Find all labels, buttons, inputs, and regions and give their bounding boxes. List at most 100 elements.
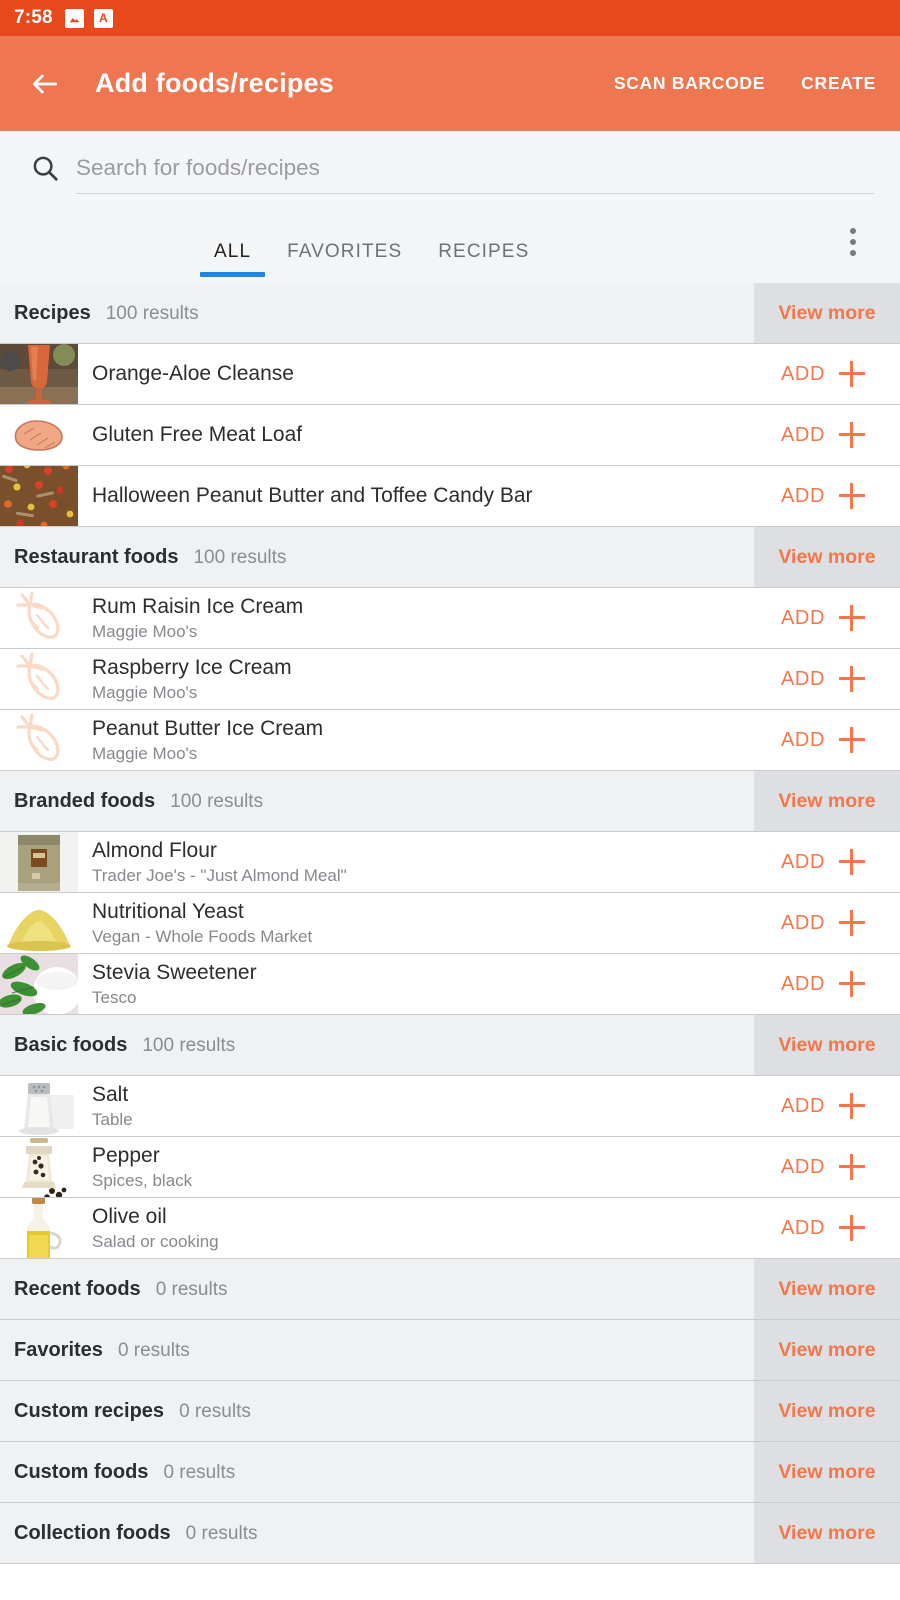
food-title: Stevia Sweetener [92, 960, 257, 984]
section-result-count: 0 results [155, 1278, 228, 1300]
plus-icon [839, 422, 866, 448]
add-food-button[interactable]: ADD [760, 649, 900, 709]
food-row[interactable]: Orange-Aloe Cleanse ADD [0, 344, 900, 405]
food-row[interactable]: Peanut Butter Ice Cream Maggie Moo's ADD [0, 710, 900, 771]
section-label-group: Restaurant foods 100 results [0, 546, 754, 569]
section-title: Collection foods [14, 1521, 171, 1544]
search-icon [26, 153, 64, 183]
section-header-branded-foods: Branded foods 100 results View more [0, 771, 900, 832]
add-label: ADD [780, 972, 826, 995]
food-row[interactable]: Salt Table ADD [0, 1076, 900, 1137]
food-subtitle: Table [92, 1109, 133, 1129]
add-label: ADD [780, 728, 826, 751]
status-bar-icons: A [64, 8, 113, 28]
tab-recipes[interactable]: RECIPES [420, 241, 547, 283]
food-subtitle: Trader Joe's - "Just Almond Meal" [92, 865, 347, 885]
food-row[interactable]: Pepper Spices, black ADD [0, 1137, 900, 1198]
section-label-group: Recent foods 0 results [0, 1278, 754, 1301]
add-food-button[interactable]: ADD [760, 344, 900, 404]
create-button[interactable]: CREATE [799, 67, 878, 100]
food-subtitle: Spices, black [92, 1170, 193, 1190]
section-result-count: 0 results [179, 1400, 251, 1422]
food-row[interactable]: Halloween Peanut Butter and Toffee Candy… [0, 466, 900, 527]
food-subtitle: Salad or cooking [92, 1231, 219, 1251]
food-text-group: Nutritional Yeast Vegan - Whole Foods Mar… [78, 893, 760, 953]
section-title: Custom foods [14, 1460, 149, 1483]
section-result-count: 100 results [105, 302, 199, 324]
section-title: Basic foods [14, 1033, 128, 1056]
section-result-count: 0 results [185, 1522, 258, 1544]
section-header-basic-foods: Basic foods 100 results View more [0, 1015, 900, 1076]
app-bar: Add foods/recipes SCAN BARCODE CREATE [0, 36, 900, 131]
section-result-count: 100 results [170, 790, 264, 812]
add-label: ADD [780, 1094, 826, 1117]
add-food-button[interactable]: ADD [760, 405, 900, 465]
food-text-group: Pepper Spices, black [78, 1137, 760, 1197]
add-food-button[interactable]: ADD [760, 1137, 900, 1197]
plus-icon [839, 1154, 866, 1180]
food-text-group: Stevia Sweetener Tesco [78, 954, 760, 1014]
scan-barcode-button[interactable]: SCAN BARCODE [612, 67, 767, 100]
carrot-placeholder-icon [0, 710, 78, 770]
view-more-button-branded-foods[interactable]: View more [754, 771, 900, 831]
section-label-group: Recipes 100 results [0, 302, 754, 325]
food-row[interactable]: Nutritional Yeast Vegan - Whole Foods Mar… [0, 893, 900, 954]
photo-olive-oil-bottle [0, 1198, 78, 1258]
kebab-menu-icon[interactable] [840, 225, 866, 259]
plus-icon [839, 727, 866, 753]
view-more-button-favorites[interactable]: View more [754, 1320, 900, 1380]
image-icon [64, 8, 84, 28]
add-label: ADD [780, 850, 826, 873]
plus-icon [839, 971, 866, 997]
section-title: Custom recipes [14, 1399, 165, 1422]
back-arrow-icon[interactable] [22, 61, 68, 107]
food-row[interactable]: Almond Flour Trader Joe's - "Just Almond … [0, 832, 900, 893]
add-label: ADD [780, 423, 826, 446]
view-more-button-collection-foods[interactable]: View more [754, 1503, 900, 1563]
plus-icon [839, 666, 866, 692]
add-food-button[interactable]: ADD [760, 832, 900, 892]
photo-yellow-powder-pile [0, 893, 78, 953]
food-title: Pepper [92, 1143, 160, 1167]
view-more-button-basic-foods[interactable]: View more [754, 1015, 900, 1075]
add-food-button[interactable]: ADD [760, 710, 900, 770]
add-food-button[interactable]: ADD [760, 588, 900, 648]
add-label: ADD [780, 606, 826, 629]
food-row[interactable]: Stevia Sweetener Tesco ADD [0, 954, 900, 1015]
add-label: ADD [780, 667, 826, 690]
view-more-button-recipes[interactable]: View more [754, 283, 900, 343]
section-header-collection-foods: Collection foods 0 results View more [0, 1503, 900, 1564]
food-row[interactable]: Olive oil Salad or cooking ADD [0, 1198, 900, 1259]
tab-all[interactable]: ALL [196, 241, 269, 283]
food-subtitle: Maggie Moo's [92, 743, 198, 763]
section-label-group: Custom recipes 0 results [0, 1400, 754, 1423]
food-subtitle: Tesco [92, 987, 137, 1007]
add-food-button[interactable]: ADD [760, 893, 900, 953]
food-text-group: Halloween Peanut Butter and Toffee Candy… [78, 466, 760, 526]
view-more-button-recent-foods[interactable]: View more [754, 1259, 900, 1319]
add-label: ADD [780, 1155, 826, 1178]
add-foods-screen: 7:58 A Add foods/recipes SCAN BARCODE CR… [0, 0, 900, 1600]
food-row[interactable]: Raspberry Ice Cream Maggie Moo's ADD [0, 649, 900, 710]
add-food-button[interactable]: ADD [760, 466, 900, 526]
food-text-group: Peanut Butter Ice Cream Maggie Moo's [78, 710, 760, 770]
tab-favorites[interactable]: FAVORITES [269, 241, 420, 283]
section-title: Recipes [14, 301, 91, 324]
food-text-group: Rum Raisin Ice Cream Maggie Moo's [78, 588, 760, 648]
plus-icon [839, 1093, 866, 1119]
section-header-restaurant-foods: Restaurant foods 100 results View more [0, 527, 900, 588]
add-food-button[interactable]: ADD [760, 1198, 900, 1258]
add-food-button[interactable]: ADD [760, 954, 900, 1014]
photo-almond-flour-bag [0, 832, 78, 892]
add-food-button[interactable]: ADD [760, 1076, 900, 1136]
food-row[interactable]: Gluten Free Meat Loaf ADD [0, 405, 900, 466]
search-input[interactable] [76, 154, 874, 181]
view-more-button-custom-recipes[interactable]: View more [754, 1381, 900, 1441]
food-title: Gluten Free Meat Loaf [92, 422, 303, 446]
food-title: Rum Raisin Ice Cream [92, 594, 304, 618]
food-row[interactable]: Rum Raisin Ice Cream Maggie Moo's ADD [0, 588, 900, 649]
plus-icon [839, 361, 866, 387]
section-title: Restaurant foods [14, 545, 179, 568]
view-more-button-restaurant-foods[interactable]: View more [754, 527, 900, 587]
view-more-button-custom-foods[interactable]: View more [754, 1442, 900, 1502]
